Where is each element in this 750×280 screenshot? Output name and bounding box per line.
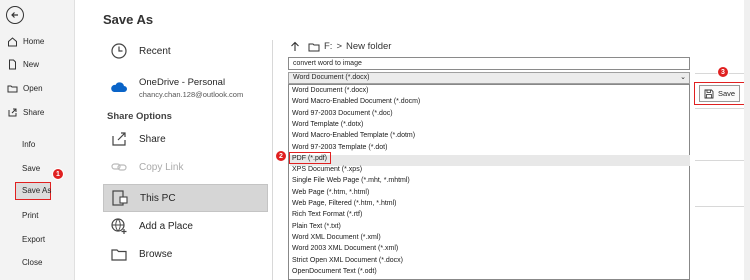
share-icon [109,129,129,149]
location-add-place[interactable]: Add a Place [103,212,268,240]
file-type-select[interactable]: Word Document (*.docx) ⌄ [288,72,690,84]
save-icon [704,89,714,99]
chevron-down-icon: ⌄ [680,74,686,81]
file-type-option[interactable]: OpenDocument Text (*.odt) [292,268,377,275]
option-hover-highlight [290,155,690,166]
breadcrumb-separator: > [336,41,343,52]
breadcrumb-folder[interactable]: New folder [346,41,391,52]
file-type-option[interactable]: Word 97-2003 Document (*.doc) [292,110,393,117]
nav-new[interactable]: New [6,54,39,74]
onedrive-email: chancy.chan.128@outlook.com [139,90,244,99]
backstage-nav: Home New Open Share Info Save Save As 1 … [0,0,75,280]
file-type-option[interactable]: Web Page, Filtered (*.htm, *.html) [292,200,397,207]
file-type-option[interactable]: Word Template (*.dotx) [292,121,363,128]
nav-save[interactable]: Save [22,164,40,173]
location-add-place-label: Add a Place [139,220,193,232]
location-copy-link: Copy Link [103,153,268,181]
nav-info[interactable]: Info [22,140,35,149]
file-type-option[interactable]: Word 97-2003 Template (*.dot) [292,144,387,151]
location-this-pc-label: This PC [140,192,176,204]
share-icon [6,106,18,118]
location-browse-label: Browse [139,248,173,260]
nav-close[interactable]: Close [22,258,42,267]
nav-open[interactable]: Open [6,78,43,98]
file-type-option[interactable]: Single File Web Page (*.mht, *.mhtml) [292,177,410,184]
file-type-option[interactable]: Word XML Document (*.xml) [292,234,381,241]
file-type-option[interactable]: Word 2003 XML Document (*.xml) [292,245,398,252]
nav-home-label: Home [23,36,45,46]
file-type-option[interactable]: Strict Open XML Document (*.docx) [292,257,403,264]
back-button[interactable] [6,6,24,24]
file-type-option[interactable]: Word Macro-Enabled Document (*.docm) [292,98,420,105]
step-badge-3: 3 [717,66,729,78]
file-type-selected: Word Document (*.docx) [293,74,370,81]
location-onedrive[interactable]: OneDrive - Personal chancy.chan.128@outl… [103,74,268,104]
file-type-option[interactable]: Word Document (*.docx) [292,87,369,94]
folder-open-icon [6,82,18,94]
step-badge-1: 1 [52,168,64,180]
location-copy-link-label: Copy Link [139,161,184,173]
file-type-option[interactable]: XPS Document (*.xps) [292,166,362,173]
nav-save-as[interactable]: Save As [22,186,51,195]
location-browse[interactable]: Browse [103,240,268,268]
nav-share[interactable]: Share [6,102,44,122]
globe-plus-icon [109,216,129,236]
breadcrumb-drive[interactable]: F: [324,41,332,52]
location-share-label: Share [139,133,166,145]
back-arrow-icon [11,12,18,18]
home-icon [6,35,18,47]
save-button-label: Save [717,89,736,98]
nav-home[interactable]: Home [6,31,44,51]
up-arrow-icon[interactable] [290,41,300,52]
pane-divider [272,40,273,280]
nav-new-label: New [23,59,40,69]
file-type-dropdown: Word Document (*.docx) Word Macro-Enabled… [288,84,690,280]
link-icon [109,157,129,177]
location-share[interactable]: Share [103,125,268,153]
share-options-label: Share Options [107,111,172,122]
step-badge-2: 2 [275,150,287,162]
scrollbar[interactable] [744,0,750,280]
file-type-option[interactable]: Web Page (*.htm, *.html) [292,189,369,196]
separator-line [695,206,745,207]
separator-line [695,160,745,161]
clock-icon [109,41,129,61]
folder-icon [308,42,320,52]
onedrive-title: OneDrive - Personal [139,77,226,88]
location-this-pc[interactable]: This PC [103,184,268,212]
folder-icon [109,244,129,264]
file-name-input[interactable]: convert word to image [288,57,690,70]
location-recent-label: Recent [139,45,171,57]
page-title: Save As [103,12,154,27]
file-type-option[interactable]: Word Macro-Enabled Template (*.dotm) [292,132,415,139]
breadcrumb: F: > New folder [290,41,391,52]
new-document-icon [6,58,18,70]
nav-share-label: Share [23,107,45,117]
cloud-icon [109,77,129,97]
computer-icon [110,188,130,208]
separator-line [695,108,745,109]
pdf-option-highlight [289,152,331,164]
save-button[interactable]: Save [699,85,740,102]
file-type-option[interactable]: Plain Text (*.txt) [292,223,341,230]
nav-print[interactable]: Print [22,211,38,220]
location-recent[interactable]: Recent [103,37,268,65]
file-type-option[interactable]: Rich Text Format (*.rtf) [292,211,362,218]
nav-open-label: Open [23,83,43,93]
nav-export[interactable]: Export [22,235,45,244]
